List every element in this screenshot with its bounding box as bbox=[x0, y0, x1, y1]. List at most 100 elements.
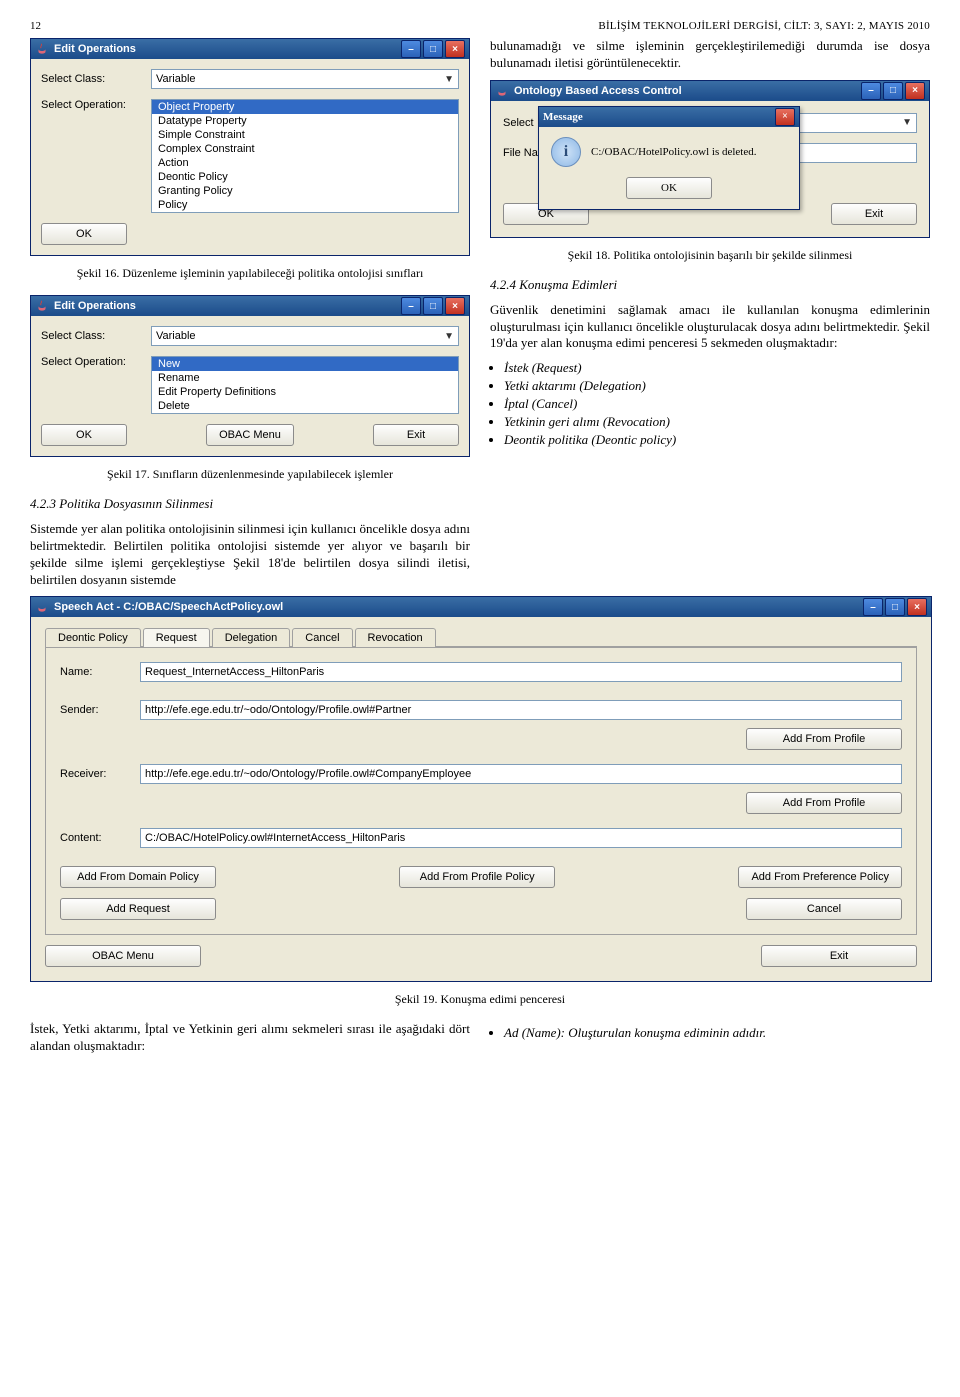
add-from-preference-policy-button[interactable]: Add From Preference Policy bbox=[738, 866, 902, 888]
list-item[interactable]: Action bbox=[152, 156, 458, 170]
section-423-heading: 4.2.3 Politika Dosyasının Silinmesi bbox=[30, 496, 470, 513]
java-cup-icon bbox=[35, 299, 49, 313]
operation-listbox[interactable]: Object Property Datatype Property Simple… bbox=[151, 99, 459, 213]
list-item[interactable]: Edit Property Definitions bbox=[152, 385, 458, 399]
info-icon: i bbox=[551, 137, 581, 167]
list-item[interactable]: Simple Constraint bbox=[152, 128, 458, 142]
add-from-profile-button-1[interactable]: Add From Profile bbox=[746, 728, 902, 750]
obac-menu-button[interactable]: OBAC Menu bbox=[45, 945, 201, 967]
ok-button[interactable]: OK bbox=[41, 424, 127, 446]
edit-operations-window-2: Edit Operations – □ × Select Class: Vari… bbox=[30, 295, 470, 457]
speech-act-bullets: İstek (Request) Yetki aktarımı (Delegati… bbox=[504, 360, 930, 448]
list-item: İstek (Request) bbox=[504, 360, 930, 376]
window-title: Speech Act - C:/OBAC/SpeechActPolicy.owl bbox=[54, 601, 863, 613]
list-item[interactable]: New bbox=[152, 357, 458, 371]
window-title: Edit Operations bbox=[54, 300, 401, 312]
page-header: 12 BİLİŞİM TEKNOLOJİLERİ DERGİSİ, CİLT: … bbox=[30, 20, 930, 32]
minimize-button[interactable]: – bbox=[861, 82, 881, 100]
exit-button[interactable]: Exit bbox=[761, 945, 917, 967]
list-item[interactable]: Delete bbox=[152, 399, 458, 413]
java-cup-icon bbox=[35, 42, 49, 56]
maximize-button[interactable]: □ bbox=[423, 297, 443, 315]
chevron-down-icon: ▼ bbox=[444, 74, 454, 85]
add-from-domain-policy-button[interactable]: Add From Domain Policy bbox=[60, 866, 216, 888]
journal-title: BİLİŞİM TEKNOLOJİLERİ DERGİSİ, CİLT: 3, … bbox=[598, 20, 930, 32]
chevron-down-icon: ▼ bbox=[444, 331, 454, 342]
tab-deontic-policy[interactable]: Deontic Policy bbox=[45, 628, 141, 647]
chevron-down-icon: ▼ bbox=[902, 117, 912, 128]
maximize-button[interactable]: □ bbox=[423, 40, 443, 58]
cancel-button[interactable]: Cancel bbox=[746, 898, 902, 920]
list-item: İptal (Cancel) bbox=[504, 396, 930, 412]
add-from-profile-policy-button[interactable]: Add From Profile Policy bbox=[399, 866, 555, 888]
name-field[interactable]: Request_InternetAccess_HiltonParis bbox=[140, 662, 902, 682]
bottom-left-paragraph: İstek, Yetki aktarımı, İptal ve Yetkinin… bbox=[30, 1021, 470, 1055]
close-button[interactable]: × bbox=[907, 598, 927, 616]
minimize-button[interactable]: – bbox=[863, 598, 883, 616]
tab-request[interactable]: Request bbox=[143, 628, 210, 647]
message-ok-button[interactable]: OK bbox=[626, 177, 712, 199]
titlebar: Ontology Based Access Control – □ × bbox=[491, 81, 929, 101]
list-item[interactable]: Policy bbox=[152, 198, 458, 212]
exit-button[interactable]: Exit bbox=[373, 424, 459, 446]
speech-act-window: Speech Act - C:/OBAC/SpeechActPolicy.owl… bbox=[30, 596, 932, 982]
ok-button[interactable]: OK bbox=[41, 223, 127, 245]
message-text: C:/OBAC/HotelPolicy.owl is deleted. bbox=[591, 146, 757, 158]
dialog-title: Message bbox=[543, 111, 775, 123]
tab-delegation[interactable]: Delegation bbox=[212, 628, 291, 647]
sender-field[interactable]: http://efe.ege.edu.tr/~odo/Ontology/Prof… bbox=[140, 700, 902, 720]
close-button[interactable]: × bbox=[775, 108, 795, 126]
close-button[interactable]: × bbox=[445, 40, 465, 58]
message-dialog: Message × i C:/OBAC/HotelPolicy.owl is d… bbox=[538, 106, 800, 210]
list-item: Ad (Name): Oluşturulan konuşma ediminin … bbox=[504, 1025, 930, 1041]
intro-right-paragraph: bulunamadığı ve silme işleminin gerçekle… bbox=[490, 38, 930, 72]
list-item[interactable]: Datatype Property bbox=[152, 114, 458, 128]
sender-label: Sender: bbox=[60, 704, 140, 716]
content-label: Content: bbox=[60, 832, 140, 844]
maximize-button[interactable]: □ bbox=[883, 82, 903, 100]
add-from-profile-button-2[interactable]: Add From Profile bbox=[746, 792, 902, 814]
close-button[interactable]: × bbox=[445, 297, 465, 315]
figure-19-caption: Şekil 19. Konuşma edimi penceresi bbox=[30, 992, 930, 1007]
list-item: Yetki aktarımı (Delegation) bbox=[504, 378, 930, 394]
maximize-button[interactable]: □ bbox=[885, 598, 905, 616]
field-value: Request_InternetAccess_HiltonParis bbox=[145, 666, 324, 678]
section-424-paragraph: Güvenlik denetimini sağlamak amacı ile k… bbox=[490, 302, 930, 353]
close-button[interactable]: × bbox=[905, 82, 925, 100]
field-value: http://efe.ege.edu.tr/~odo/Ontology/Prof… bbox=[145, 768, 471, 780]
minimize-button[interactable]: – bbox=[401, 40, 421, 58]
figure-16-caption: Şekil 16. Düzenleme işleminin yapılabile… bbox=[30, 266, 470, 281]
list-item[interactable]: Granting Policy bbox=[152, 184, 458, 198]
section-423-paragraph: Sistemde yer alan politika ontolojisinin… bbox=[30, 521, 470, 589]
titlebar: Edit Operations – □ × bbox=[31, 296, 469, 316]
tab-revocation[interactable]: Revocation bbox=[355, 628, 436, 647]
figure-18-caption: Şekil 18. Politika ontolojisinin başarıl… bbox=[490, 248, 930, 263]
exit-button[interactable]: Exit bbox=[831, 203, 917, 225]
receiver-label: Receiver: bbox=[60, 768, 140, 780]
list-item[interactable]: Object Property bbox=[152, 100, 458, 114]
add-request-button[interactable]: Add Request bbox=[60, 898, 216, 920]
tab-cancel[interactable]: Cancel bbox=[292, 628, 352, 647]
combo-value: Variable bbox=[156, 73, 196, 85]
java-cup-icon bbox=[495, 84, 509, 98]
section-424-heading: 4.2.4 Konuşma Edimleri bbox=[490, 277, 930, 294]
select-class-combo[interactable]: Variable ▼ bbox=[151, 69, 459, 89]
operation-listbox[interactable]: New Rename Edit Property Definitions Del… bbox=[151, 356, 459, 414]
titlebar: Message × bbox=[539, 107, 799, 127]
list-item[interactable]: Rename bbox=[152, 371, 458, 385]
list-item[interactable]: Deontic Policy bbox=[152, 170, 458, 184]
select-class-combo[interactable]: Variable ▼ bbox=[151, 326, 459, 346]
select-operation-label: Select Operation: bbox=[41, 99, 151, 111]
receiver-field[interactable]: http://efe.ege.edu.tr/~odo/Ontology/Prof… bbox=[140, 764, 902, 784]
minimize-button[interactable]: – bbox=[401, 297, 421, 315]
select-operation-label: Select Operation: bbox=[41, 356, 151, 368]
window-title: Ontology Based Access Control bbox=[514, 85, 861, 97]
figure-17-caption: Şekil 17. Sınıfların düzenlenmesinde yap… bbox=[30, 467, 470, 482]
content-field[interactable]: C:/OBAC/HotelPolicy.owl#InternetAccess_H… bbox=[140, 828, 902, 848]
obac-menu-button[interactable]: OBAC Menu bbox=[206, 424, 294, 446]
list-item: Yetkinin geri alımı (Revocation) bbox=[504, 414, 930, 430]
field-value: C:/OBAC/HotelPolicy.owl#InternetAccess_H… bbox=[145, 832, 405, 844]
list-item[interactable]: Complex Constraint bbox=[152, 142, 458, 156]
field-value: http://efe.ege.edu.tr/~odo/Ontology/Prof… bbox=[145, 704, 411, 716]
tab-strip: Deontic Policy Request Delegation Cancel… bbox=[45, 627, 917, 647]
